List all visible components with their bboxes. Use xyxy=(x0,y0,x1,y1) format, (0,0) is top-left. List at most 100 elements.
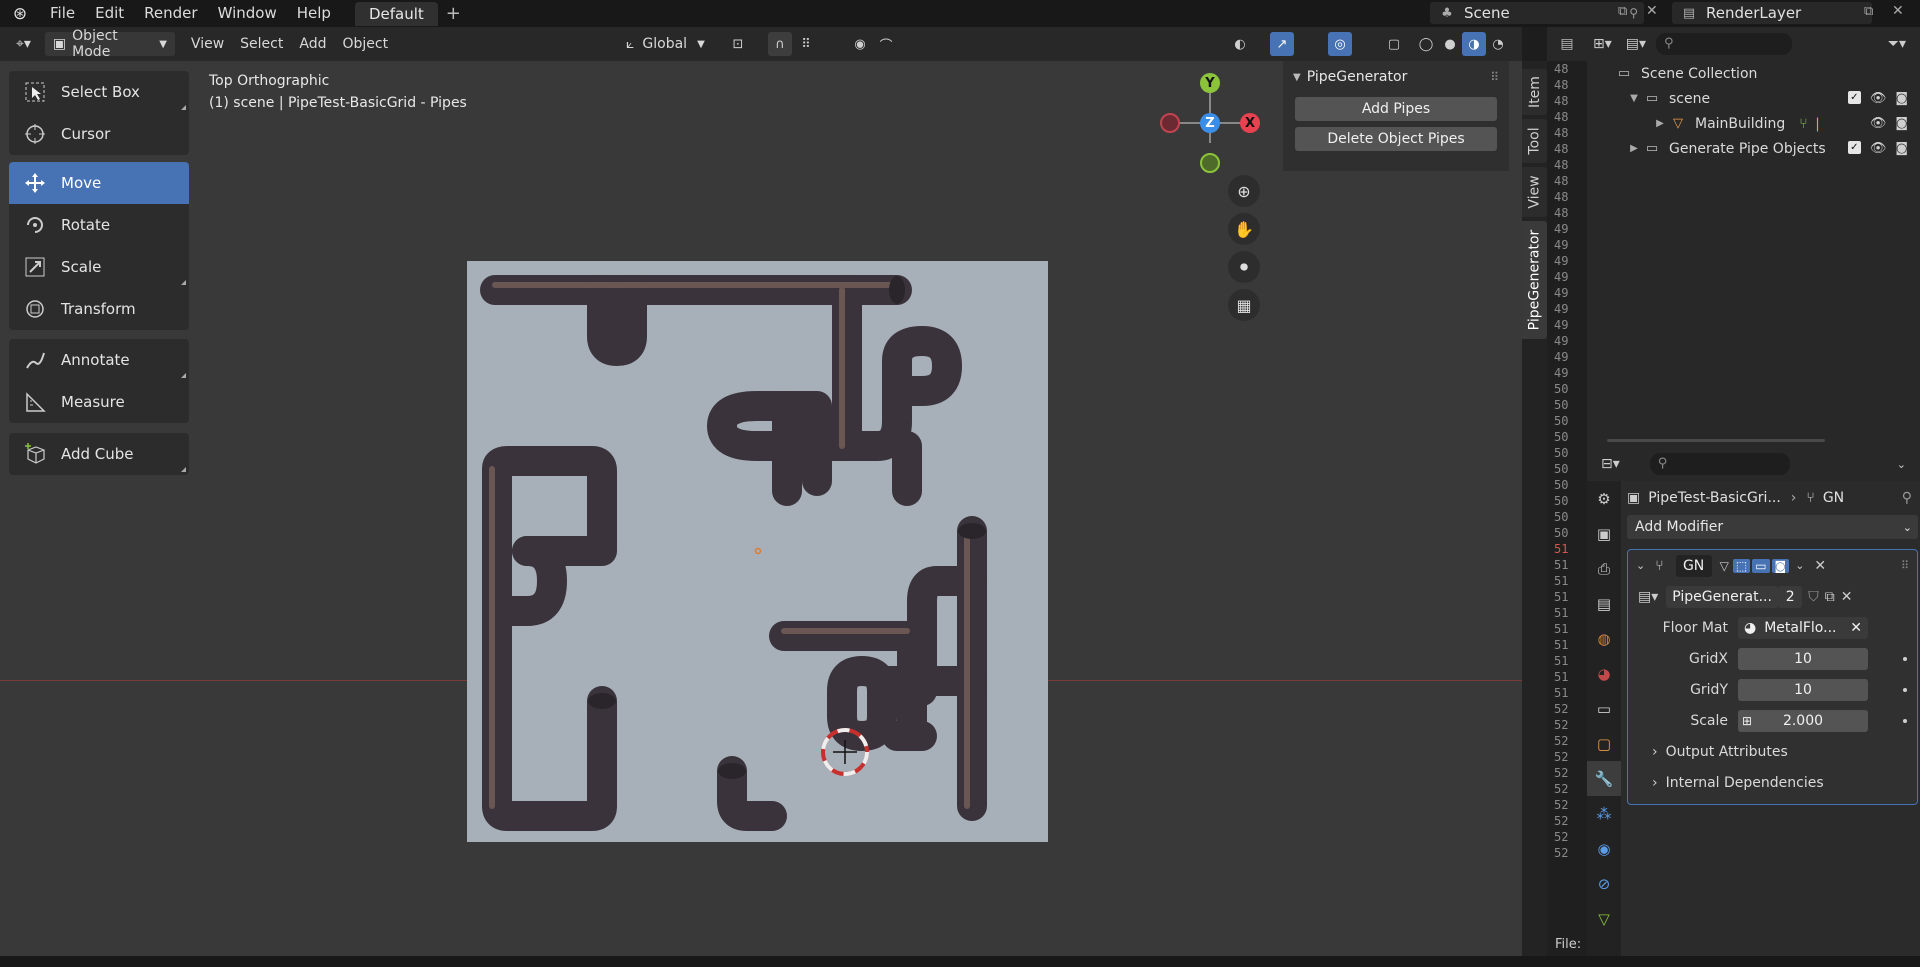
tool-cursor[interactable]: Cursor xyxy=(9,113,189,155)
collection-icon[interactable]: ▭ xyxy=(1587,691,1621,726)
filter-icon[interactable]: ⏷▾ xyxy=(1888,36,1906,52)
gizmo-neg-x-axis[interactable] xyxy=(1160,113,1180,133)
internal-dependencies-panel[interactable]: › Internal Dependencies xyxy=(1628,767,1917,798)
tool-measure[interactable]: Measure xyxy=(9,381,189,423)
output-icon[interactable]: ⎙ xyxy=(1587,551,1621,586)
outliner-editor-icon[interactable]: ⊞▾ xyxy=(1593,36,1612,52)
fake-user-shield-icon[interactable]: ⛉ xyxy=(1808,589,1819,605)
modifier-name-field[interactable]: GN xyxy=(1675,554,1712,577)
keyframe-dot-icon[interactable] xyxy=(1903,687,1907,692)
tool-move[interactable]: Move xyxy=(9,162,189,204)
solid-shading-icon[interactable]: ● xyxy=(1438,32,1462,56)
chevron-down-icon[interactable]: ▼ xyxy=(1627,93,1641,104)
tool-settings-icon[interactable]: ⚙ xyxy=(1587,481,1621,516)
rendered-shading-icon[interactable]: ◔ xyxy=(1486,32,1510,56)
drag-handle-icon[interactable]: ⠿ xyxy=(1901,559,1909,572)
workspace-tab-default[interactable]: Default xyxy=(354,1,438,26)
editor-type-button[interactable]: ⌖▾ xyxy=(8,32,39,56)
exclude-checkbox[interactable]: ✓ xyxy=(1847,141,1861,154)
exclude-checkbox[interactable]: ✓ xyxy=(1847,91,1861,104)
new-scene-icon[interactable]: ⧉ xyxy=(1618,4,1627,19)
gridx-field[interactable]: 10 xyxy=(1738,647,1868,670)
tool-transform[interactable]: Transform xyxy=(9,288,189,330)
view-layer-selector[interactable]: ▤ RenderLayer xyxy=(1672,2,1872,24)
scale-field[interactable]: ⊞ 2.000 xyxy=(1738,709,1868,732)
panel-header-pipegenerator[interactable]: ▼ PipeGenerator ⠿ xyxy=(1283,61,1509,93)
new-view-layer-icon[interactable]: ⧉ xyxy=(1864,4,1873,19)
display-mode-icon[interactable]: ▤▾ xyxy=(1626,36,1646,52)
close-icon[interactable]: ✕ xyxy=(1814,558,1826,574)
world-icon[interactable]: ◕ xyxy=(1587,656,1621,691)
node-tree-icon[interactable]: ▤▾ xyxy=(1638,589,1658,605)
delete-object-pipes-button[interactable]: Delete Object Pipes xyxy=(1295,127,1497,151)
blender-logo-icon[interactable]: ⊛ xyxy=(0,4,40,24)
viewport-toggle-icon[interactable]: ▭ xyxy=(1752,558,1770,573)
camera-render-icon[interactable]: ◙ xyxy=(1895,141,1908,156)
tab-pipegenerator[interactable]: PipeGenerator xyxy=(1522,221,1547,339)
data-icon[interactable]: ▽ xyxy=(1587,901,1621,936)
menu-file[interactable]: File xyxy=(40,0,85,27)
outliner-scrollbar[interactable] xyxy=(1607,439,1825,442)
output-attributes-panel[interactable]: › Output Attributes xyxy=(1628,736,1917,767)
constraints-icon[interactable]: ⊘ xyxy=(1587,866,1621,901)
delete-view-layer-icon[interactable]: ✕ xyxy=(1892,3,1904,19)
outliner-search-input[interactable]: ⚲ xyxy=(1656,33,1793,55)
proportional-edit-icon[interactable]: ◉ xyxy=(848,32,872,56)
falloff-icon[interactable]: ⌒ xyxy=(874,32,898,56)
3d-viewport[interactable]: Select Box Cursor Move Rotate Scale Tran… xyxy=(0,61,1522,956)
view-layer-icon[interactable]: ▤ xyxy=(1587,586,1621,621)
chevron-right-icon[interactable]: ▶ xyxy=(1627,143,1641,154)
menu-render[interactable]: Render xyxy=(134,0,207,27)
unlink-icon[interactable]: ✕ xyxy=(1841,589,1853,605)
chevron-right-icon[interactable]: ▶ xyxy=(1653,118,1667,129)
material-shading-icon[interactable]: ◑ xyxy=(1462,32,1486,56)
render-toggle-icon[interactable]: ◙ xyxy=(1771,558,1790,573)
snap-toggle-icon[interactable]: ∩ xyxy=(768,32,792,56)
menu-edit[interactable]: Edit xyxy=(85,0,134,27)
outliner-item-scene[interactable]: ▼ ▭ scene ✓ 👁 ◙ xyxy=(1587,86,1920,111)
zoom-icon[interactable]: ⊕ xyxy=(1228,175,1260,207)
overlays-toggle-icon[interactable]: ◎ xyxy=(1328,32,1352,56)
ortho-grid-icon[interactable]: ▦ xyxy=(1228,289,1260,321)
outliner-scene-collection[interactable]: ▭ Scene Collection xyxy=(1587,61,1920,86)
tab-view[interactable]: View xyxy=(1522,167,1547,217)
eye-icon[interactable]: 👁 xyxy=(1870,116,1887,131)
outliner-item-generate-pipe-objects[interactable]: ▶ ▭ Generate Pipe Objects ✓ 👁 ◙ xyxy=(1587,136,1920,161)
pivot-point-icon[interactable]: ⊡ xyxy=(726,32,750,56)
chevron-down-icon[interactable]: ⌄ xyxy=(1795,559,1804,572)
modifier-wrench-icon[interactable]: 🔧 xyxy=(1587,761,1621,796)
menu-help[interactable]: Help xyxy=(287,0,341,27)
edit-mode-toggle-icon[interactable]: ▽ xyxy=(1720,559,1729,573)
physics-icon[interactable]: ◉ xyxy=(1587,831,1621,866)
chevron-down-icon[interactable]: ⌄ xyxy=(1897,458,1906,471)
menu-view[interactable]: View xyxy=(183,32,232,56)
menu-window[interactable]: Window xyxy=(208,0,287,27)
tool-add-cube[interactable]: Add Cube xyxy=(9,433,189,475)
pin-icon[interactable]: ⚲ xyxy=(1629,6,1638,20)
eye-icon[interactable]: 👁 xyxy=(1870,91,1887,106)
menu-select[interactable]: Select xyxy=(232,32,291,56)
tab-tool[interactable]: Tool xyxy=(1522,119,1547,163)
tool-scale[interactable]: Scale xyxy=(9,246,189,288)
gizmo-neg-y-axis[interactable] xyxy=(1200,153,1220,173)
chevron-down-icon[interactable]: ⌄ xyxy=(1636,559,1645,572)
wireframe-shading-icon[interactable]: ◯ xyxy=(1414,32,1438,56)
duplicate-icon[interactable]: ⧉ xyxy=(1825,589,1835,605)
pin-icon[interactable]: ⚲ xyxy=(1902,490,1912,506)
close-icon[interactable]: ✕ xyxy=(1850,620,1862,636)
add-modifier-button[interactable]: Add Modifier ⌄ xyxy=(1627,515,1918,539)
object-icon[interactable]: ▢ xyxy=(1587,726,1621,761)
snap-target-icon[interactable]: ⠿ xyxy=(794,32,818,56)
eye-icon[interactable]: 👁 xyxy=(1870,141,1887,156)
scene-icon[interactable]: ◍ xyxy=(1587,621,1621,656)
gizmo-x-axis[interactable]: X xyxy=(1240,113,1260,133)
camera-icon[interactable]: ⏺ xyxy=(1228,251,1260,283)
floor-mat-field[interactable]: ◕ MetalFlo... ✕ xyxy=(1738,616,1868,639)
xray-icon[interactable]: ▢ xyxy=(1382,32,1406,56)
properties-search-input[interactable]: ⚲ xyxy=(1649,453,1790,475)
node-group-users[interactable]: 2 xyxy=(1778,585,1803,608)
delete-scene-icon[interactable]: ✕ xyxy=(1646,3,1658,19)
outliner-item-mainbuilding[interactable]: ▶ ▽ MainBuilding ⑂ ❘ 👁 ◙ xyxy=(1587,111,1920,136)
drag-handle-icon[interactable]: ⠿ xyxy=(1490,70,1499,84)
add-workspace-button[interactable]: + xyxy=(446,3,461,24)
